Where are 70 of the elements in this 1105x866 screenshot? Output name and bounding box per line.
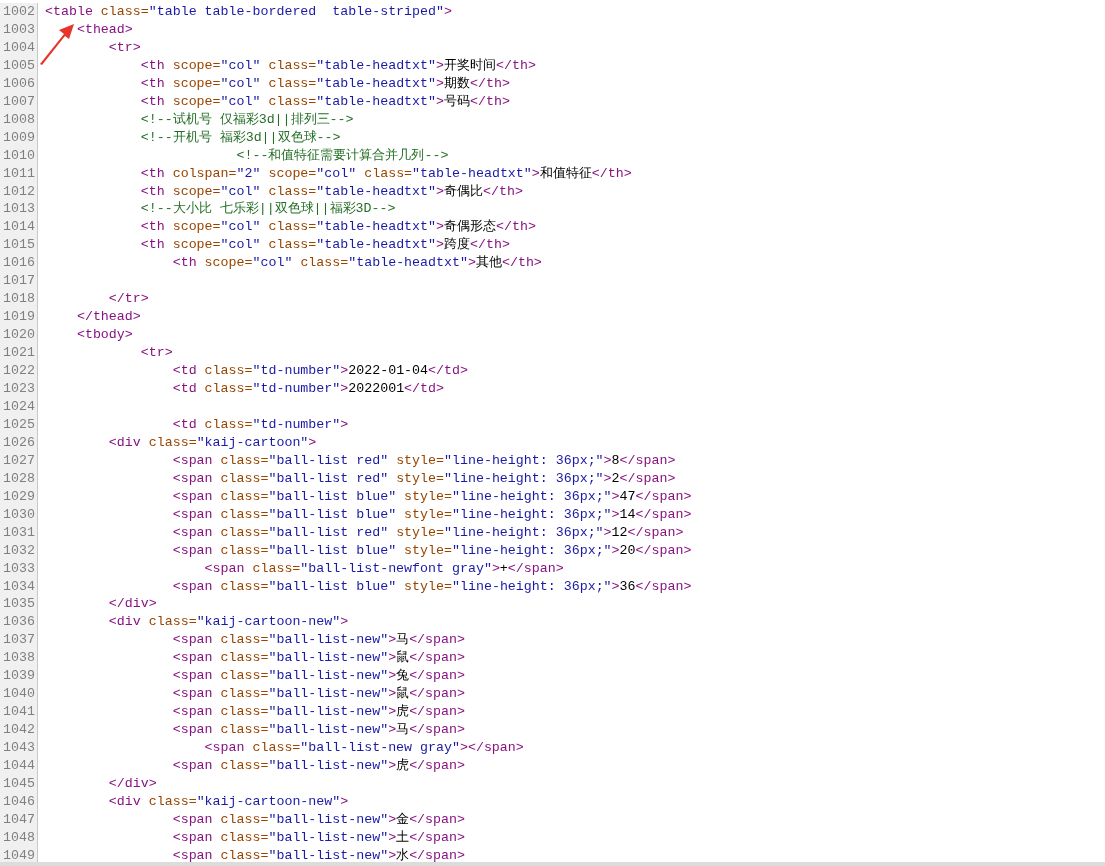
code-line: <thead> [75, 20, 133, 39]
code-line: <th scope="col" class="table-headtxt">开奖时间</th> [139, 56, 536, 75]
code-line: <!--开机号 福彩3d||双色球--> [139, 128, 341, 147]
code-line: <td class="td-number"> [171, 415, 349, 434]
line-number: 1014 [0, 218, 38, 237]
line-number: 1022 [0, 362, 38, 380]
code-line: <span class="ball-list blue" style="line-height: 36px;">36</span> [171, 577, 692, 596]
code-line: <span class="ball-list-new">土</span> [171, 828, 465, 847]
code-line: <span class="ball-list-new">鼠</span> [171, 649, 465, 668]
code-line: <th scope="col" class="table-headtxt">奇偶比</th> [139, 182, 523, 201]
code-line: <div class="kaij-cartoon-new"> [107, 613, 349, 632]
code-line: <span class="ball-list red" style="line-height: 36px;">12</span> [171, 523, 684, 542]
code-line: <th scope="col" class="table-headtxt">奇偶形态</th> [139, 218, 536, 237]
code-line: <tr> [139, 344, 173, 363]
code-line: <th scope="col" class="table-headtxt">期数</th> [139, 74, 510, 93]
code-line: <span class="ball-list red" style="line-height: 36px;">2</span> [171, 469, 676, 488]
code-line: <div class="kaij-cartoon-new"> [107, 792, 349, 811]
horizontal-scrollbar[interactable] [0, 862, 1105, 866]
code-line: <span class="ball-list-new">兔</span> [171, 667, 465, 686]
line-number: 1016 [0, 254, 38, 273]
code-line: <tbody> [75, 326, 133, 345]
line-number: 1018 [0, 290, 38, 309]
code-line: <span class="ball-list-new">鼠</span> [171, 685, 465, 704]
line-number: 1015 [0, 236, 38, 255]
code-line: </tr> [107, 290, 149, 309]
line-number: 1037 [0, 631, 38, 650]
line-number: 1013 [0, 200, 38, 219]
code-line: <td class="td-number">2022-01-04</td> [171, 362, 468, 380]
line-number: 1039 [0, 667, 38, 686]
code-line: <span class="ball-list-new gray"></span> [203, 739, 524, 758]
code-line: </thead> [75, 308, 141, 327]
line-number: 1042 [0, 721, 38, 740]
code-line: <span class="ball-list blue" style="line-height: 36px;">14</span> [171, 505, 692, 524]
code-line: <table class="table table-bordered table-striped"> [44, 3, 452, 21]
line-number: 1040 [0, 685, 38, 704]
code-line: <span class="ball-list-newfont gray">+</span> [203, 559, 564, 578]
code-line: <!--和值特征需要计算合并几列--> [235, 146, 449, 165]
line-number: 1035 [0, 595, 38, 614]
code-line: <span class="ball-list-new">马</span> [171, 721, 465, 740]
code-line: <th scope="col" class="table-headtxt">跨度</th> [139, 236, 510, 255]
code-line: </div> [107, 775, 157, 793]
code-line: <th scope="col" class="table-headtxt">号码</th> [139, 92, 510, 111]
code-line: <td class="td-number">2022001</td> [171, 380, 444, 398]
code-line: <span class="ball-list-new">虎</span> [171, 757, 465, 775]
code-line: <div class="kaij-cartoon"> [107, 433, 317, 452]
code-line: <th colspan="2" scope="col" class="table-headtxt">和值特征</th> [139, 164, 632, 183]
line-number: 1017 [0, 272, 38, 291]
line-number: 1020 [0, 326, 38, 345]
code-line: <tr> [107, 38, 141, 57]
code-line: <span class="ball-list-new">水</span> [171, 846, 465, 865]
code-line: <!--大小比 七乐彩||双色球||福彩3D--> [139, 200, 396, 219]
line-number: 1021 [0, 344, 38, 363]
line-number: 1002 [0, 3, 38, 21]
code-line: <!--试机号 仅福彩3d||排列三--> [139, 110, 354, 129]
line-number: 1041 [0, 703, 38, 722]
code-line: <span class="ball-list-new">金</span> [171, 810, 465, 829]
line-number: 1044 [0, 757, 38, 775]
code-line: <span class="ball-list-new">虎</span> [171, 703, 465, 722]
code-line: </div> [107, 595, 157, 614]
code-line: <span class="ball-list blue" style="line-height: 36px;">47</span> [171, 487, 692, 506]
code-line: <span class="ball-list blue" style="line-height: 36px;">20</span> [171, 541, 692, 560]
line-number: 1038 [0, 649, 38, 668]
line-number: 1019 [0, 308, 38, 327]
line-number: 1043 [0, 739, 38, 758]
line-number: 1023 [0, 380, 38, 398]
annotation-arrow-icon [38, 22, 76, 66]
code-line: <span class="ball-list red" style="line-height: 36px;">8</span> [171, 451, 676, 470]
code-line: <span class="ball-list-new">马</span> [171, 631, 465, 650]
line-number: 1036 [0, 613, 38, 632]
code-line: <th scope="col" class="table-headtxt">其他</th> [171, 254, 542, 273]
